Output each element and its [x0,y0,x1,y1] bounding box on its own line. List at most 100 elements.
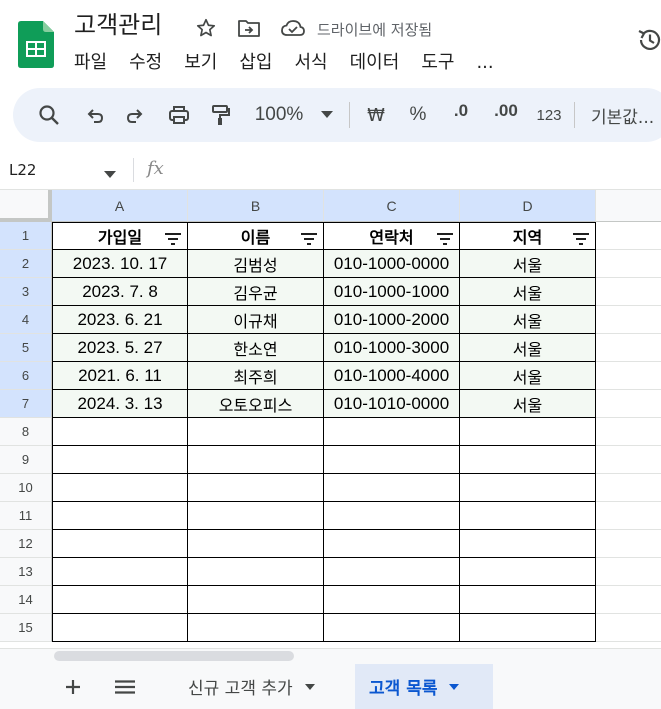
table-cell[interactable]: 오토오피스 [188,390,324,418]
table-cell[interactable] [324,558,460,586]
zoom-select[interactable]: 100% [250,99,308,131]
table-cell[interactable] [52,502,188,530]
currency-format-button[interactable]: ₩ [363,99,389,131]
horizontal-scrollbar[interactable] [0,648,661,664]
all-sheets-menu-icon[interactable] [110,672,140,702]
menu-view[interactable]: 보기 [184,50,217,76]
table-cell[interactable]: 한소연 [188,334,324,362]
document-title[interactable]: 고객관리 [74,8,162,42]
table-cell[interactable]: 010-1000-2000 [324,306,460,334]
column-header-a[interactable]: A [52,190,188,222]
row-header[interactable]: 7 [0,390,52,418]
table-cell[interactable]: 서울 [460,250,596,278]
table-cell[interactable] [324,446,460,474]
table-cell[interactable] [188,418,324,446]
paint-format-icon[interactable] [206,99,234,131]
table-cell[interactable]: 2024. 3. 13 [52,390,188,418]
table-cell[interactable] [324,474,460,502]
menu-tools[interactable]: 도구 [421,50,454,76]
table-cell[interactable]: 010-1010-0000 [324,390,460,418]
name-box[interactable]: L22 [9,160,36,180]
table-cell[interactable] [460,446,596,474]
table-cell[interactable] [52,418,188,446]
table-cell[interactable]: 서울 [460,278,596,306]
column-header-d[interactable]: D [460,190,596,222]
table-cell[interactable] [460,586,596,614]
table-cell[interactable]: 010-1000-3000 [324,334,460,362]
chevron-down-icon[interactable] [304,683,315,691]
table-cell[interactable] [188,502,324,530]
chevron-down-icon[interactable] [104,164,118,178]
table-cell[interactable] [324,502,460,530]
column-header-b[interactable]: B [188,190,324,222]
table-cell[interactable]: 2023. 6. 21 [52,306,188,334]
table-cell[interactable]: 2023. 5. 27 [52,334,188,362]
table-cell[interactable]: 서울 [460,362,596,390]
undo-icon[interactable] [81,99,109,131]
star-icon[interactable] [193,15,219,41]
sheet-tab-new-customer[interactable]: 신규 고객 추가 [174,664,329,709]
table-cell[interactable] [52,586,188,614]
table-cell[interactable]: 010-1000-4000 [324,362,460,390]
sheets-logo-icon[interactable] [18,21,54,68]
row-header[interactable]: 10 [0,474,52,502]
table-cell[interactable]: 010-1000-0000 [324,250,460,278]
table-cell[interactable] [52,474,188,502]
chevron-down-icon[interactable] [449,683,460,691]
filter-icon[interactable] [301,233,317,245]
table-cell[interactable]: 2021. 6. 11 [52,362,188,390]
row-header[interactable]: 13 [0,558,52,586]
header-cell[interactable]: 가입일 [52,222,188,250]
table-cell[interactable] [460,530,596,558]
chevron-down-icon[interactable] [317,99,337,131]
row-header[interactable]: 4 [0,306,52,334]
decrease-decimal-button[interactable]: .0 [446,99,476,131]
table-cell[interactable] [188,586,324,614]
increase-decimal-button[interactable]: .00 [489,99,523,131]
filter-icon[interactable] [573,233,589,245]
search-icon[interactable] [35,99,63,131]
menu-data[interactable]: 데이터 [350,50,400,76]
menu-insert[interactable]: 삽입 [239,50,272,76]
table-cell[interactable]: 서울 [460,390,596,418]
row-header[interactable]: 9 [0,446,52,474]
table-cell[interactable]: 2023. 7. 8 [52,278,188,306]
table-cell[interactable]: 김범성 [188,250,324,278]
table-cell[interactable]: 서울 [460,306,596,334]
row-header[interactable]: 3 [0,278,52,306]
row-header[interactable]: 1 [0,222,52,250]
table-cell[interactable] [52,530,188,558]
font-family-select[interactable]: 기본값... [591,99,661,131]
table-cell[interactable] [188,446,324,474]
redo-icon[interactable] [121,99,149,131]
table-cell[interactable] [52,558,188,586]
menu-file[interactable]: 파일 [74,50,107,76]
table-cell[interactable] [460,502,596,530]
table-cell[interactable] [460,558,596,586]
sheet-tab-customer-list[interactable]: 고객 목록 [355,664,493,709]
table-cell[interactable] [460,614,596,642]
table-cell[interactable]: 최주희 [188,362,324,390]
cloud-saved-icon[interactable] [279,15,307,41]
table-cell[interactable] [460,418,596,446]
header-cell[interactable]: 지역 [460,222,596,250]
column-header-e[interactable] [596,190,661,222]
row-header[interactable]: 2 [0,250,52,278]
table-cell[interactable] [188,530,324,558]
table-cell[interactable] [324,614,460,642]
header-cell[interactable]: 연락처 [324,222,460,250]
table-cell[interactable]: 이규채 [188,306,324,334]
table-cell[interactable] [52,614,188,642]
table-cell[interactable] [324,530,460,558]
percent-format-button[interactable]: % [405,99,431,131]
row-header[interactable]: 14 [0,586,52,614]
row-header[interactable]: 12 [0,530,52,558]
menu-more[interactable]: ... [476,50,493,76]
print-icon[interactable] [165,99,193,131]
table-cell[interactable] [188,558,324,586]
filter-icon[interactable] [165,233,181,245]
header-cell[interactable]: 이름 [188,222,324,250]
row-header[interactable]: 6 [0,362,52,390]
table-cell[interactable]: 서울 [460,334,596,362]
menu-format[interactable]: 서식 [295,50,328,76]
